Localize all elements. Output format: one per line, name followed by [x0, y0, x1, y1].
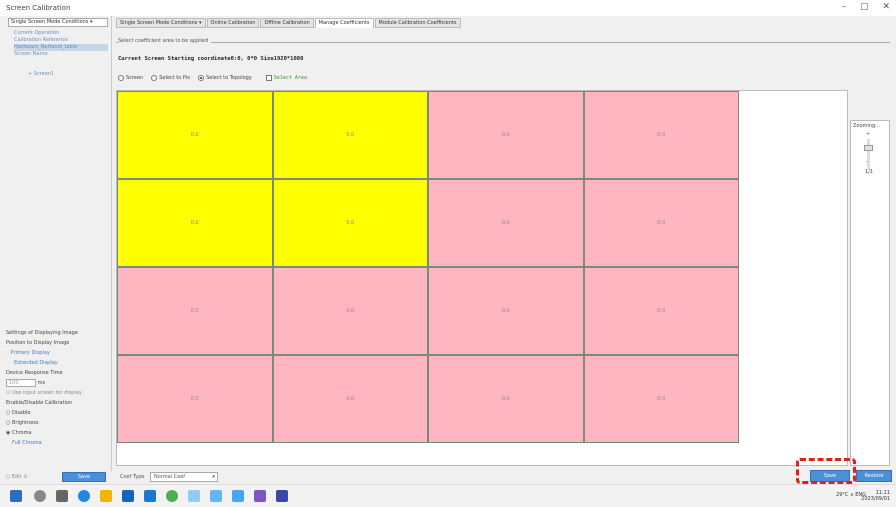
module-cell[interactable]: 0,0: [428, 355, 584, 443]
section-label: Select coefficient area to be applied: [118, 38, 212, 44]
minimize-icon[interactable]: –: [841, 2, 846, 12]
calibration-group-title: Enable/Disable Calibration: [6, 400, 73, 406]
window-title: Screen Calibration: [6, 4, 71, 12]
select-pix-label: Select to Pix: [159, 75, 191, 81]
module-cell[interactable]: 0,0: [272, 179, 428, 267]
browser-icon[interactable]: [78, 490, 90, 502]
zoom-header: Zooming...: [853, 123, 880, 129]
delay-row: 100 ms: [6, 378, 110, 388]
module-cell[interactable]: 0,0: [117, 179, 273, 267]
position-label: Position to Display Image: [6, 340, 70, 346]
delay-spinbox[interactable]: 100: [6, 378, 36, 387]
restore-button[interactable]: Restore: [856, 470, 892, 482]
search-icon[interactable]: [34, 490, 46, 502]
module-grid: 0,0 0,0 0,0 0,0 0,0 0,0 0,0 0,0 0,0 0,0 0,0 0,0 0,0 0…: [117, 91, 739, 443]
tab-mode[interactable]: Single Screen Mode Conditions ▾: [116, 18, 206, 28]
screen-radio[interactable]: Screen: [118, 75, 143, 81]
primary-display-radio[interactable]: ◦ Primary Display: [6, 348, 110, 358]
app-icon[interactable]: [144, 490, 156, 502]
tab-strip: Single Screen Mode Conditions ▾ Online C…: [112, 18, 896, 28]
store-icon[interactable]: [122, 490, 134, 502]
coef-type-select[interactable]: Normal Coef ▾: [150, 472, 218, 482]
delay-label: Device Response Time: [6, 370, 63, 376]
section-divider: [116, 42, 890, 43]
module-cell[interactable]: 0,0: [117, 91, 273, 179]
module-cell[interactable]: 0,0: [117, 355, 273, 443]
clock-date: 2023/09/01: [861, 496, 890, 502]
brightness-radio[interactable]: ○ Brightness: [6, 418, 110, 428]
screen-radio-label: Screen: [126, 75, 144, 81]
module-cell[interactable]: 0,0: [272, 355, 428, 443]
select-area-label: Select Area: [273, 75, 307, 81]
title-bar: Screen Calibration – ▢ ✕: [0, 0, 896, 16]
left-save-button[interactable]: Save: [62, 472, 106, 482]
tree-item[interactable]: Screen Name: [14, 51, 108, 58]
module-cell[interactable]: 0,0: [583, 355, 739, 443]
screen-tree: Current Operation Calibration Reference …: [14, 30, 108, 58]
highlight-annotation: [796, 458, 856, 484]
tree-child-screen1[interactable]: + Screen1: [28, 71, 54, 77]
select-topology-label: Select to Topology: [206, 75, 252, 81]
mode-combo[interactable]: Single Screen Mode Conditions ▾: [8, 18, 108, 27]
module-cell[interactable]: 0,0: [583, 267, 739, 355]
close-icon[interactable]: ✕: [882, 2, 890, 12]
radio-icon: [118, 75, 124, 81]
tab-online-calibration[interactable]: Online Calibration: [206, 18, 260, 28]
tree-item[interactable]: Current Operation: [14, 30, 108, 37]
window-controls: – ▢ ✕: [841, 2, 890, 12]
module-cell[interactable]: 0,0: [272, 267, 428, 355]
module-cell[interactable]: 0,0: [428, 91, 584, 179]
edit-radio[interactable]: ○ Edit ⊙: [6, 474, 27, 480]
settings-title: Settings of Displaying Image: [6, 330, 78, 336]
display-settings: Settings of Displaying Image Position to…: [6, 328, 110, 448]
zoom-value: 1/1: [865, 169, 874, 175]
start-icon[interactable]: [10, 490, 22, 502]
current-screen-info: Current Screen Starting coordinate0:0, 0…: [118, 56, 304, 62]
tab-offline-calibration[interactable]: Offline Calibration: [260, 18, 314, 28]
module-cell[interactable]: 0,0: [428, 267, 584, 355]
tree-item-selected[interactable]: Hardware_NeHandl_table: [14, 44, 108, 51]
file-explorer-icon[interactable]: [100, 490, 112, 502]
maximize-icon[interactable]: ▢: [860, 2, 869, 12]
use-input-checkbox[interactable]: ☐ Use input screen for display: [6, 388, 110, 398]
chevron-down-icon: ▾: [212, 474, 215, 480]
topology-canvas[interactable]: 0,0 0,0 0,0 0,0 0,0 0,0 0,0 0,0 0,0 0,0 0,0 0,0 0,0 0…: [116, 90, 848, 466]
module-cell[interactable]: 0,0: [117, 267, 273, 355]
disable-radio[interactable]: ○ Disable: [6, 408, 110, 418]
select-topology-radio[interactable]: Select to Topology: [198, 75, 252, 81]
radio-selected-icon: [198, 75, 205, 81]
module-cell[interactable]: 0,0: [583, 91, 739, 179]
task-view-icon[interactable]: [56, 490, 68, 502]
selection-mode-radios: Screen Select to Pix Select to Topology …: [118, 75, 307, 81]
zoom-minus-icon[interactable]: -: [866, 159, 868, 165]
select-area-checkbox[interactable]: Select Area: [265, 75, 307, 81]
checkbox-icon: [265, 75, 272, 81]
chroma-radio[interactable]: ◉ Chroma: [6, 428, 110, 438]
calibration-app-icon[interactable]: [276, 490, 288, 502]
module-cell[interactable]: 0,0: [272, 91, 428, 179]
select-pix-radio[interactable]: Select to Pix: [151, 75, 190, 81]
module-cell[interactable]: 0,0: [428, 179, 584, 267]
left-panel: Single Screen Mode Conditions ▾ Current …: [0, 16, 112, 471]
coef-type-value: Normal Coef: [154, 474, 186, 480]
zoom-plus-icon[interactable]: +: [866, 131, 870, 137]
app-icon[interactable]: [188, 490, 200, 502]
app-icon[interactable]: [210, 490, 222, 502]
taskbar: 29°C ∧ ENG 11:11 2023/09/01: [0, 484, 896, 507]
clock[interactable]: 11:11 2023/09/01: [861, 490, 890, 502]
zoom-slider-thumb[interactable]: [864, 145, 873, 151]
tab-module-coefficients[interactable]: Module Calibration Coefficients: [374, 18, 461, 28]
app-icon[interactable]: [254, 490, 266, 502]
module-cell[interactable]: 0,0: [583, 179, 739, 267]
tree-item[interactable]: Calibration Reference: [14, 37, 108, 44]
full-chroma-option[interactable]: Full Chroma: [6, 438, 110, 448]
tab-manage-coefficients[interactable]: Manage Coefficients: [314, 18, 374, 28]
delay-unit: ms: [37, 380, 46, 386]
chrome-icon[interactable]: [166, 490, 178, 502]
coef-type-label: Coef Type: [120, 474, 145, 480]
radio-icon: [151, 75, 158, 81]
extended-display-radio[interactable]: Extended Display: [6, 358, 110, 368]
zoom-panel: Zooming... + - 1/1: [850, 120, 890, 466]
app-icon[interactable]: [232, 490, 244, 502]
